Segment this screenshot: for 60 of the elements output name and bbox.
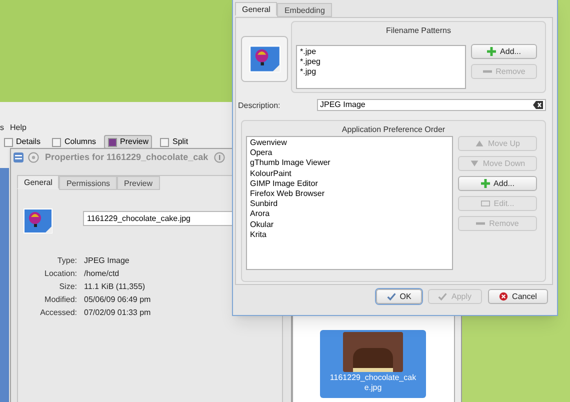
description-field[interactable]: JPEG Image [317,99,546,111]
plus-icon [480,179,490,188]
field-value: JPEG Image [84,256,130,266]
button[interactable]: Add... [471,44,537,59]
field-value: 11.1 KiB (11,355) [84,282,146,292]
toolbar-button[interactable]: Preview [104,135,152,149]
field-value: 07/02/09 01:33 pm [84,308,151,318]
menu-icon[interactable] [13,152,24,163]
button[interactable]: OK [376,289,422,304]
button[interactable]: Cancel [488,289,548,304]
help-icon[interactable] [214,152,226,163]
clear-icon[interactable] [533,101,543,109]
toolbar-button[interactable]: Columns [48,135,100,149]
rectangle-icon [480,199,490,208]
field-label: Size: [58,282,77,292]
file-name: 1161229_chocolate_cake.jpg [328,373,418,393]
cake-thumbnail [343,332,403,372]
check-icon [438,292,448,301]
list-item[interactable]: *.jpg [297,67,465,77]
tab[interactable]: Preview [117,176,160,190]
description-label: Description: [238,100,280,112]
plus-icon [487,47,496,56]
list-item[interactable]: *.jpe [297,47,465,57]
field-label: Accessed: [39,308,77,318]
image-file-icon [23,208,53,234]
list-item[interactable]: Firefox Web Browser [247,189,452,200]
pattern-list[interactable]: *.jpe *.jpeg *.jpg [296,45,466,89]
toolbar-button[interactable]: Details [0,135,44,149]
group-title: Filename Patterns [385,25,452,37]
field-value: 05/06/09 06:49 pm [84,295,151,305]
application-list[interactable]: Gwenview Opera gThumb Image Viewer KolourPaint GIMP Image Editor Firefox Web Browser Sunbird Arora Okular Krita [246,136,453,270]
list-item[interactable]: Sunbird [247,199,452,210]
group-title: Application Preference Order [340,124,446,136]
list-item[interactable]: *.jpeg [297,57,465,67]
list-item[interactable]: Krita [247,230,452,240]
tab[interactable]: General [17,175,60,189]
list-item[interactable]: Opera [247,148,452,158]
down-arrow-icon [470,159,479,168]
field-label: Modified: [44,295,77,305]
list-item[interactable]: Gwenview [247,138,452,148]
list-item[interactable]: GIMP Image Editor [247,178,452,190]
tab[interactable]: Permissions [59,176,118,190]
toolbar-button[interactable]: Split [156,135,192,149]
list-item[interactable]: KolourPaint [247,168,452,179]
field-value: /home/ctd [84,269,120,279]
tab[interactable]: Embedding [277,3,332,17]
menu-item[interactable]: s [0,122,4,134]
up-arrow-icon [474,139,484,148]
window-title: Properties for 1161229_chocolate_cak [45,150,208,164]
field-label: Type: [56,256,77,266]
icon-button[interactable] [241,36,288,82]
button[interactable]: Add... [458,176,537,191]
menu-item[interactable]: Help [10,122,26,134]
list-item[interactable]: gThumb Image Viewer [247,158,452,169]
image-file-icon [248,45,280,73]
cancel-icon [499,292,508,301]
pin-icon[interactable] [28,152,39,163]
field-label: Location: [44,269,77,279]
tab[interactable]: General [235,2,278,16]
check-icon [386,292,396,301]
